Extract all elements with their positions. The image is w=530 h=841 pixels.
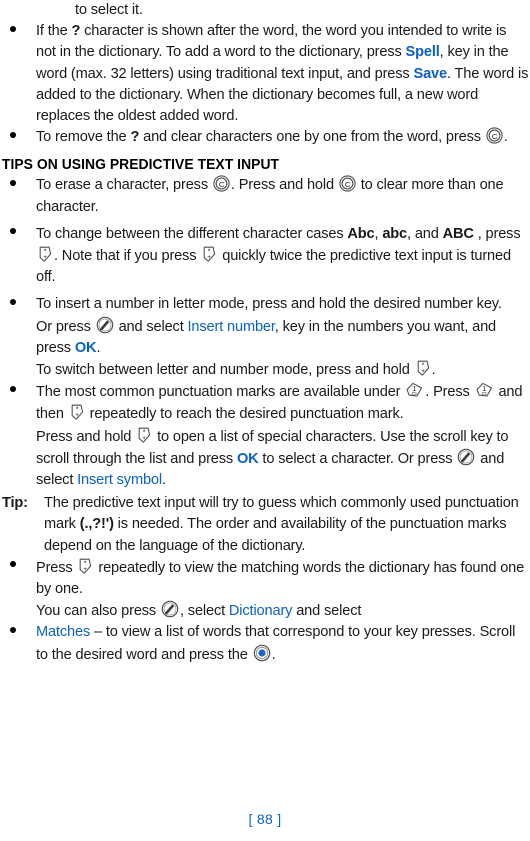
bullet-cases-part1: To change between the different characte… bbox=[36, 225, 348, 242]
asterisk-key-icon: * + bbox=[77, 557, 93, 575]
also-part1: You can also press bbox=[36, 603, 160, 620]
case-label-abc-title: Abc bbox=[347, 225, 375, 242]
tip-punctuation-marks: (.,?!') bbox=[79, 516, 114, 533]
bullet-question-qmark: ? bbox=[71, 23, 81, 40]
link-insert-number[interactable]: Insert number bbox=[188, 319, 275, 335]
one-key-icon: 1 bbox=[475, 381, 494, 399]
special-part5: . bbox=[161, 472, 166, 489]
edit-key-icon bbox=[457, 448, 475, 466]
or-press-part1: Or press bbox=[36, 318, 95, 335]
edit-key-icon bbox=[96, 316, 114, 334]
asterisk-key-icon: * + bbox=[69, 403, 85, 421]
bullet-cases-part3: . Note that if you press bbox=[54, 248, 201, 265]
bullet-insert-number-text: To insert a number in letter mode, press… bbox=[36, 296, 502, 313]
tip-punctuation-guess: Tip: The predictive text input will try t… bbox=[0, 493, 530, 557]
paragraph-switch-letter-number-mode: To switch between letter and number mode… bbox=[0, 359, 530, 381]
bullet-press-repeatedly: Press * + repeatedly to view the matching… bbox=[0, 557, 530, 600]
matches-part2: . bbox=[271, 646, 276, 663]
manual-page: to select it. If the ? character is show… bbox=[0, 0, 530, 841]
bullet-remove-part2: and clear characters one by one from the… bbox=[139, 129, 485, 146]
bullet-question-part1: If the bbox=[36, 23, 72, 40]
clear-key-icon: C bbox=[213, 175, 230, 193]
scroll-key-icon bbox=[253, 644, 271, 662]
link-matches[interactable]: Matches bbox=[36, 624, 90, 640]
punct-part1: The most common punctuation marks are av… bbox=[36, 384, 405, 401]
asterisk-key-icon: * + bbox=[136, 426, 152, 444]
section-heading-tips: TIPS ON USING PREDICTIVE TEXT INPUT bbox=[1, 157, 280, 174]
one-key-icon: 1 bbox=[405, 381, 424, 399]
case-label-abc-lower: abc bbox=[382, 225, 408, 242]
matches-part1: – to view a list of words that correspon… bbox=[36, 624, 516, 663]
intro-tail-text: to select it. bbox=[75, 2, 143, 18]
link-ok[interactable]: OK bbox=[75, 340, 97, 356]
clear-key-icon: C bbox=[486, 127, 503, 144]
press-rep-part2: repeatedly to view the matching words th… bbox=[36, 559, 525, 598]
bullet-remove-part1: To remove the bbox=[36, 129, 131, 146]
press-rep-part1: Press bbox=[36, 559, 77, 576]
paragraph-or-press-edit: Or press and select Insert number, key i… bbox=[0, 316, 530, 359]
page-content-flow: to select it. If the ? character is show… bbox=[0, 0, 530, 666]
asterisk-key-icon: * + bbox=[415, 359, 431, 377]
bullet-erase-part2: . Press and hold bbox=[230, 177, 338, 194]
paragraph-you-can-also-press: You can also press , select Dictionary a… bbox=[0, 600, 530, 622]
or-press-part2: and select bbox=[114, 318, 188, 335]
svg-text:C: C bbox=[345, 180, 351, 189]
bullet-cases-sep2: , and bbox=[407, 225, 443, 242]
special-part3: to select a character. Or press bbox=[258, 450, 457, 467]
link-save[interactable]: Save bbox=[413, 66, 447, 82]
bullet-erase-character: To erase a character, press C . Press an… bbox=[0, 175, 530, 217]
bullet-remove-part3: . bbox=[503, 129, 508, 146]
bullet-dot-icon bbox=[10, 179, 16, 186]
link-dictionary[interactable]: Dictionary bbox=[229, 603, 293, 619]
or-press-part4: . bbox=[96, 339, 101, 356]
bullet-cases-part2: , press bbox=[473, 225, 521, 242]
bullet-remove-qmark: ? bbox=[130, 129, 140, 146]
bullet-dot-icon bbox=[10, 131, 16, 138]
svg-text:C: C bbox=[492, 132, 498, 141]
edit-key-icon bbox=[161, 600, 179, 618]
bullet-character-cases: To change between the different characte… bbox=[0, 224, 530, 289]
bullet-dot-icon bbox=[10, 385, 16, 392]
special-part1: Press and hold bbox=[36, 428, 136, 445]
asterisk-key-icon: * + bbox=[201, 245, 217, 263]
link-spell[interactable]: Spell bbox=[406, 44, 440, 60]
punct-part2: . Press bbox=[425, 384, 474, 401]
link-ok[interactable]: OK bbox=[237, 451, 259, 467]
bullet-insert-number: To insert a number in letter mode, press… bbox=[0, 294, 530, 315]
paragraph-intro-tail: to select it. bbox=[0, 0, 530, 21]
link-insert-symbol[interactable]: Insert symbol bbox=[77, 472, 162, 488]
asterisk-key-icon: * + bbox=[37, 245, 53, 263]
bullet-dot-icon bbox=[10, 626, 16, 633]
also-part3: and select bbox=[292, 603, 362, 620]
tip-part2: is needed. The order and availability of… bbox=[44, 516, 507, 554]
switch-mode-part1: To switch between letter and number mode… bbox=[36, 362, 414, 379]
bullet-dot-icon bbox=[10, 228, 16, 235]
also-part2: , select bbox=[179, 603, 229, 620]
clear-key-icon: C bbox=[339, 175, 356, 193]
switch-mode-part2: . bbox=[431, 362, 436, 379]
bullet-dot-icon bbox=[10, 561, 16, 568]
punct-part4: repeatedly to reach the desired punctuat… bbox=[85, 406, 404, 423]
bullet-dot-icon bbox=[10, 25, 16, 32]
bullet-question-mark: If the ? character is shown after the wo… bbox=[0, 21, 530, 127]
svg-text:C: C bbox=[219, 180, 225, 189]
tip-label: Tip: bbox=[2, 495, 28, 512]
case-label-abc-upper: ABC bbox=[442, 225, 474, 242]
bullet-remove-question: To remove the ? and clear characters one… bbox=[0, 127, 530, 148]
paragraph-special-characters: Press and hold * + to open a list of spec… bbox=[0, 426, 530, 492]
bullet-matches: Matches – to view a list of words that c… bbox=[0, 622, 530, 665]
bullet-erase-part1: To erase a character, press bbox=[36, 177, 212, 194]
bullet-punctuation-marks: The most common punctuation marks are av… bbox=[0, 381, 530, 425]
bullet-dot-icon bbox=[10, 298, 16, 305]
page-number: [ 88 ] bbox=[248, 811, 282, 827]
